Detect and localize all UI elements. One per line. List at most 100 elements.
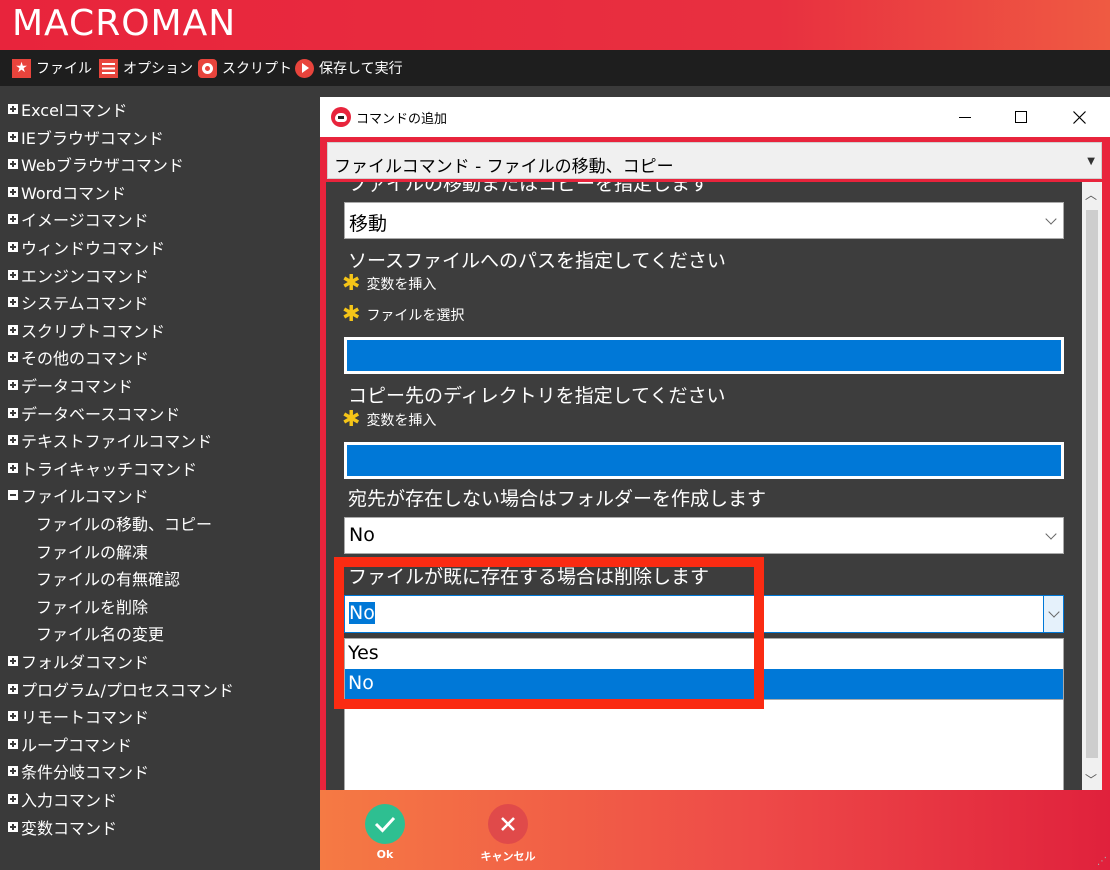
menu-save-run[interactable]: 保存して実行	[295, 58, 403, 78]
menu-bar: ★ ファイル オプション スクリプト 保存して実行	[0, 50, 1110, 86]
insert-variable-label: 変数を挿入	[366, 413, 437, 429]
maximize-button[interactable]	[1006, 102, 1036, 132]
expand-icon[interactable]	[8, 683, 18, 694]
expand-icon[interactable]	[8, 214, 18, 225]
close-button[interactable]	[1064, 102, 1094, 132]
tree-category[interactable]: スクリプトコマンド	[8, 319, 165, 341]
tree-category[interactable]: 変数コマンド	[8, 816, 117, 838]
script-icon	[198, 58, 217, 78]
tree-category[interactable]: その他のコマンド	[8, 346, 149, 368]
tree-category[interactable]: トライキャッチコマンド	[8, 457, 197, 479]
dialog-title: コマンドの追加	[356, 112, 448, 127]
tree-subitem[interactable]: ファイルの解凍	[36, 540, 148, 562]
tree-subitem-label: ファイルを削除	[36, 597, 149, 617]
tree-category-label: データベースコマンド	[21, 404, 181, 424]
destination-dir-input[interactable]	[344, 442, 1064, 479]
tree-category-label: ウィンドウコマンド	[21, 239, 166, 258]
tree-category-label: その他のコマンド	[21, 349, 150, 369]
expand-icon[interactable]	[8, 242, 18, 252]
star-icon: ✱	[342, 302, 361, 327]
expand-icon[interactable]	[8, 738, 18, 749]
play-icon	[295, 58, 314, 78]
expand-icon[interactable]	[8, 186, 18, 197]
tree-category[interactable]: ループコマンド	[8, 733, 132, 755]
star-icon: ✱	[342, 407, 361, 432]
expand-icon[interactable]	[8, 131, 18, 142]
operation-select[interactable]: 移動	[344, 202, 1064, 239]
tree-category[interactable]: Excelコマンド	[8, 98, 127, 120]
menu-script[interactable]: スクリプト	[198, 58, 292, 78]
command-tree: Excelコマンド IEブラウザコマンド Webブラウザコマンド Wordコマン…	[0, 86, 306, 870]
tree-category[interactable]: フォルダコマンド	[8, 650, 149, 672]
menu-options[interactable]: オプション	[99, 58, 193, 78]
insert-variable-label: 変数を挿入	[366, 277, 437, 293]
tree-category[interactable]: データコマンド	[8, 374, 133, 396]
expand-icon[interactable]	[8, 352, 18, 363]
expand-icon[interactable]	[8, 794, 18, 804]
expand-icon[interactable]	[8, 711, 18, 722]
collapse-icon[interactable]	[8, 490, 18, 501]
minimize-button[interactable]	[950, 102, 980, 132]
tree-category-label: Excelコマンド	[21, 101, 128, 120]
tree-category[interactable]: リモートコマンド	[8, 705, 149, 727]
tree-category[interactable]: エンジンコマンド	[8, 264, 149, 286]
tree-subitem[interactable]: ファイルの有無確認	[36, 567, 180, 589]
check-icon	[365, 804, 405, 844]
tree-category[interactable]: Webブラウザコマンド	[8, 153, 184, 175]
scroll-down-icon[interactable]: ﹀	[1085, 771, 1097, 788]
cancel-button[interactable]: キャンセル	[472, 804, 542, 866]
expand-icon[interactable]	[8, 407, 18, 418]
tree-category[interactable]: テキストファイルコマンド	[8, 429, 212, 451]
tree-subitem[interactable]: ファイルを削除	[36, 595, 148, 617]
expand-icon[interactable]	[8, 269, 18, 280]
tree-category-label: Wordコマンド	[21, 183, 127, 203]
operation-label: ファイルの移動またはコピーを指定します	[348, 182, 710, 195]
add-command-dialog: コマンドの追加 ファイルコマンド - ファイルの移動、コピー ▼ ファイルの移動…	[320, 97, 1110, 870]
tree-category[interactable]: IEブラウザコマンド	[8, 126, 164, 148]
tree-category[interactable]: システムコマンド	[8, 291, 149, 313]
tree-category-label: Webブラウザコマンド	[21, 156, 184, 176]
ok-button[interactable]: Ok	[349, 804, 419, 866]
tree-category[interactable]: 条件分岐コマンド	[8, 760, 149, 782]
expand-icon[interactable]	[8, 380, 18, 390]
expand-icon[interactable]	[8, 435, 18, 446]
close-icon	[1072, 110, 1086, 124]
tree-category-file[interactable]: ファイルコマンド	[8, 484, 149, 506]
menu-file[interactable]: ★ ファイル	[12, 58, 92, 78]
expand-icon[interactable]	[8, 297, 18, 308]
expand-icon[interactable]	[8, 324, 18, 335]
tree-category-label: ファイルコマンド	[21, 487, 149, 507]
tree-category[interactable]: 入力コマンド	[8, 788, 117, 810]
dropdown-button[interactable]	[1043, 596, 1063, 632]
menu-lines-icon	[99, 58, 118, 78]
tree-subitem[interactable]: ファイル名の変更	[36, 622, 164, 644]
tree-category[interactable]: ウィンドウコマンド	[8, 236, 165, 258]
scrollbar-thumb[interactable]	[1086, 210, 1098, 758]
tree-category[interactable]: プログラム/プロセスコマンド	[8, 678, 234, 700]
scroll-up-icon[interactable]: ︿	[1085, 186, 1097, 203]
x-icon	[488, 804, 528, 844]
tree-category[interactable]: イメージコマンド	[8, 208, 149, 230]
expand-icon[interactable]	[8, 821, 18, 832]
tree-category-label: システムコマンド	[21, 294, 149, 314]
expand-icon[interactable]	[8, 766, 18, 777]
expand-icon[interactable]	[8, 656, 18, 666]
tree-subitem[interactable]: ファイルの移動、コピー	[36, 512, 212, 534]
insert-variable-link[interactable]: ✱ 変数を挿入	[342, 407, 437, 432]
vertical-scrollbar[interactable]: ︿ ﹀	[1082, 182, 1102, 792]
insert-variable-link[interactable]: ✱ 変数を挿入	[342, 273, 437, 295]
select-file-link[interactable]: ✱ ファイルを選択	[342, 302, 464, 327]
command-select[interactable]: ファイルコマンド - ファイルの移動、コピー ▼	[327, 142, 1102, 179]
tree-category-label: リモートコマンド	[21, 708, 150, 728]
maximize-icon	[1015, 111, 1027, 123]
source-path-input[interactable]	[344, 337, 1064, 374]
expand-icon[interactable]	[8, 104, 18, 114]
tree-category[interactable]: データベースコマンド	[8, 402, 180, 424]
menu-save-run-label: 保存して実行	[319, 61, 403, 77]
expand-icon[interactable]	[8, 462, 18, 473]
resize-grip-icon[interactable]: ⋰	[1097, 856, 1107, 867]
create-folder-select[interactable]: No	[344, 517, 1064, 554]
tree-category[interactable]: Wordコマンド	[8, 181, 126, 203]
app-title-bar: MACROMAN	[0, 0, 1110, 50]
expand-icon[interactable]	[8, 159, 18, 170]
